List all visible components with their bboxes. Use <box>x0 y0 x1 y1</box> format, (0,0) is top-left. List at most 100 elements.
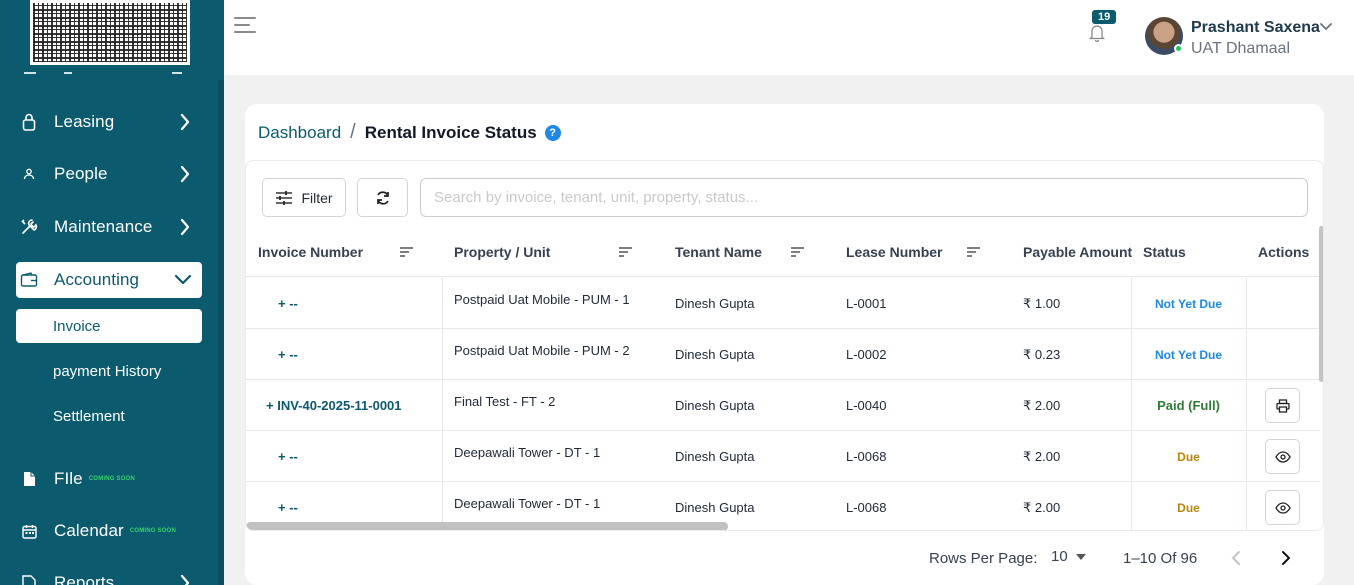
help-icon[interactable]: ? <box>544 124 561 141</box>
status-cell: Not Yet Due <box>1131 329 1246 380</box>
column-header-invoice-number[interactable]: Invoice Number <box>258 226 363 277</box>
invoice-number-cell[interactable]: + -- <box>278 329 298 380</box>
property-unit-cell: Postpaid Uat Mobile - PUM - 1 <box>454 292 630 307</box>
column-header-label: Invoice Number <box>258 243 364 260</box>
chevron-right-icon <box>180 218 190 236</box>
menu-toggle-icon[interactable] <box>234 17 256 35</box>
breadcrumb-dashboard-link[interactable]: Dashboard <box>258 123 341 143</box>
column-header-payable-amount[interactable]: Payable Amount <box>1023 226 1133 277</box>
column-header-label: Actions <box>1258 243 1310 260</box>
sidebar-item-maintenance[interactable]: Maintenance <box>16 209 202 245</box>
chevron-right-icon[interactable] <box>1281 550 1291 566</box>
sort-icon[interactable] <box>619 246 632 258</box>
sidebar-item-label: Reports <box>54 573 115 585</box>
tools-icon <box>16 218 42 236</box>
user-name[interactable]: Prashant Saxena <box>1191 19 1320 37</box>
invoice-link[interactable]: + -- <box>278 500 298 515</box>
status-badge: Due <box>1177 500 1200 515</box>
tenant-name-cell: Dinesh Gupta <box>675 449 755 464</box>
status-badge: Not Yet Due <box>1154 347 1223 362</box>
page-title: Rental Invoice Status <box>364 122 537 142</box>
sidebar-item-label: Leasing <box>54 112 115 131</box>
view-button[interactable] <box>1265 490 1300 525</box>
table-row[interactable]: + -- Postpaid Uat Mobile - PUM - 1 Dines… <box>246 278 1320 329</box>
invoice-number-cell[interactable]: + INV-40-2025-11-0001 <box>266 380 402 431</box>
payable-amount-cell: ₹ 2.00 <box>1023 499 1061 515</box>
wallet-icon <box>16 272 42 288</box>
sidebar-subitem-payment-history[interactable]: payment History <box>16 354 202 388</box>
column-header-label: Tenant Name <box>675 243 762 260</box>
chevron-left-icon[interactable] <box>1231 550 1241 566</box>
property-unit-cell: Final Test - FT - 2 <box>454 394 556 409</box>
column-header-tenant-name[interactable]: Tenant Name <box>675 226 762 277</box>
status-cell: Not Yet Due <box>1131 278 1246 329</box>
filter-button-label: Filter <box>301 189 333 206</box>
sidebar-scrollbar[interactable] <box>218 80 224 585</box>
file-icon <box>16 471 42 487</box>
status-cell: Due <box>1131 431 1246 482</box>
payable-amount-cell: ₹ 1.00 <box>1023 295 1061 311</box>
rows-per-page-value: 10 <box>1051 548 1068 565</box>
eye-icon <box>1274 501 1291 514</box>
tenant-name-cell: Dinesh Gupta <box>675 347 755 362</box>
search-input[interactable] <box>420 178 1308 217</box>
sidebar-item-people[interactable]: People <box>16 156 202 192</box>
sidebar-item-file[interactable]: FIle COMING SOON <box>16 461 202 497</box>
lease-number-cell: L-0001 <box>846 296 887 311</box>
invoice-number-cell[interactable]: + -- <box>278 278 298 329</box>
chevron-right-icon <box>180 113 190 131</box>
top-bar: 19 Prashant Saxena UAT Dhamaal <box>224 0 1354 75</box>
table-vertical-scrollbar[interactable] <box>1319 226 1323 382</box>
sort-icon[interactable] <box>400 246 413 258</box>
sidebar-subitem-invoice[interactable]: Invoice <box>16 309 202 343</box>
payable-amount-cell: ₹ 0.23 <box>1023 346 1061 362</box>
sort-icon[interactable] <box>791 246 804 258</box>
rows-per-page-select[interactable]: 10 <box>1051 548 1086 565</box>
table-header: Invoice Number Property / Unit Tenant Na… <box>246 226 1320 277</box>
coming-soon-badge: COMING SOON <box>129 528 176 534</box>
breadcrumb: Dashboard / Rental Invoice Status ? <box>258 121 561 144</box>
sidebar: Leasing People Maintenance Accounting In… <box>0 0 224 585</box>
sidebar-item-calendar[interactable]: Calendar COMING SOON <box>16 513 202 549</box>
column-header-property-unit[interactable]: Property / Unit <box>454 226 550 277</box>
print-button[interactable] <box>1265 388 1300 423</box>
sidebar-item-reports[interactable]: Reports <box>16 565 202 585</box>
invoice-table-panel: Filter Invoice Number Property / Unit Te… <box>245 160 1324 531</box>
table-horizontal-scrollbar[interactable] <box>246 522 728 530</box>
table-row[interactable]: + INV-40-2025-11-0001 Final Test - FT - … <box>246 380 1320 431</box>
column-header-lease-number[interactable]: Lease Number <box>846 226 942 277</box>
status-cell: Due <box>1131 482 1246 530</box>
chevron-down-icon[interactable] <box>1319 22 1333 32</box>
tenant-name-cell: Dinesh Gupta <box>675 296 755 311</box>
column-header-status[interactable]: Status <box>1143 226 1186 277</box>
column-header-actions: Actions <box>1258 226 1309 277</box>
view-button[interactable] <box>1265 439 1300 474</box>
sidebar-item-leasing[interactable]: Leasing <box>16 104 202 140</box>
status-badge: Due <box>1177 449 1200 464</box>
filter-button[interactable]: Filter <box>262 178 346 217</box>
property-unit-cell: Postpaid Uat Mobile - PUM - 2 <box>454 343 630 358</box>
invoice-link[interactable]: + -- <box>278 449 298 464</box>
refresh-button[interactable] <box>357 178 408 217</box>
invoice-number-cell[interactable]: + -- <box>278 431 298 482</box>
bell-icon[interactable] <box>1089 22 1105 42</box>
print-icon <box>1275 398 1290 413</box>
coming-soon-badge: COMING SOON <box>88 476 135 482</box>
filter-sliders-icon <box>276 190 293 205</box>
invoice-link[interactable]: + -- <box>278 296 298 311</box>
invoice-link[interactable]: + INV-40-2025-11-0001 <box>266 398 402 413</box>
invoice-link[interactable]: + -- <box>278 347 298 362</box>
main-card: Dashboard / Rental Invoice Status ? Filt… <box>245 104 1324 585</box>
lease-number-cell: L-0040 <box>846 398 887 413</box>
status-cell: Paid (Full) <box>1131 380 1246 431</box>
caret-down-icon <box>1075 553 1086 560</box>
chevron-down-icon <box>174 274 192 285</box>
table-row[interactable]: + -- Postpaid Uat Mobile - PUM - 2 Dines… <box>246 329 1320 380</box>
sort-icon[interactable] <box>967 246 980 258</box>
sidebar-item-accounting[interactable]: Accounting <box>16 262 202 298</box>
sidebar-subitem-settlement[interactable]: Settlement <box>16 399 202 433</box>
payable-amount-cell: ₹ 2.00 <box>1023 448 1061 464</box>
online-status-dot <box>1174 44 1183 53</box>
table-row[interactable]: + -- Deepawali Tower - DT - 1 Dinesh Gup… <box>246 431 1320 482</box>
tenant-name-cell: Dinesh Gupta <box>675 398 755 413</box>
